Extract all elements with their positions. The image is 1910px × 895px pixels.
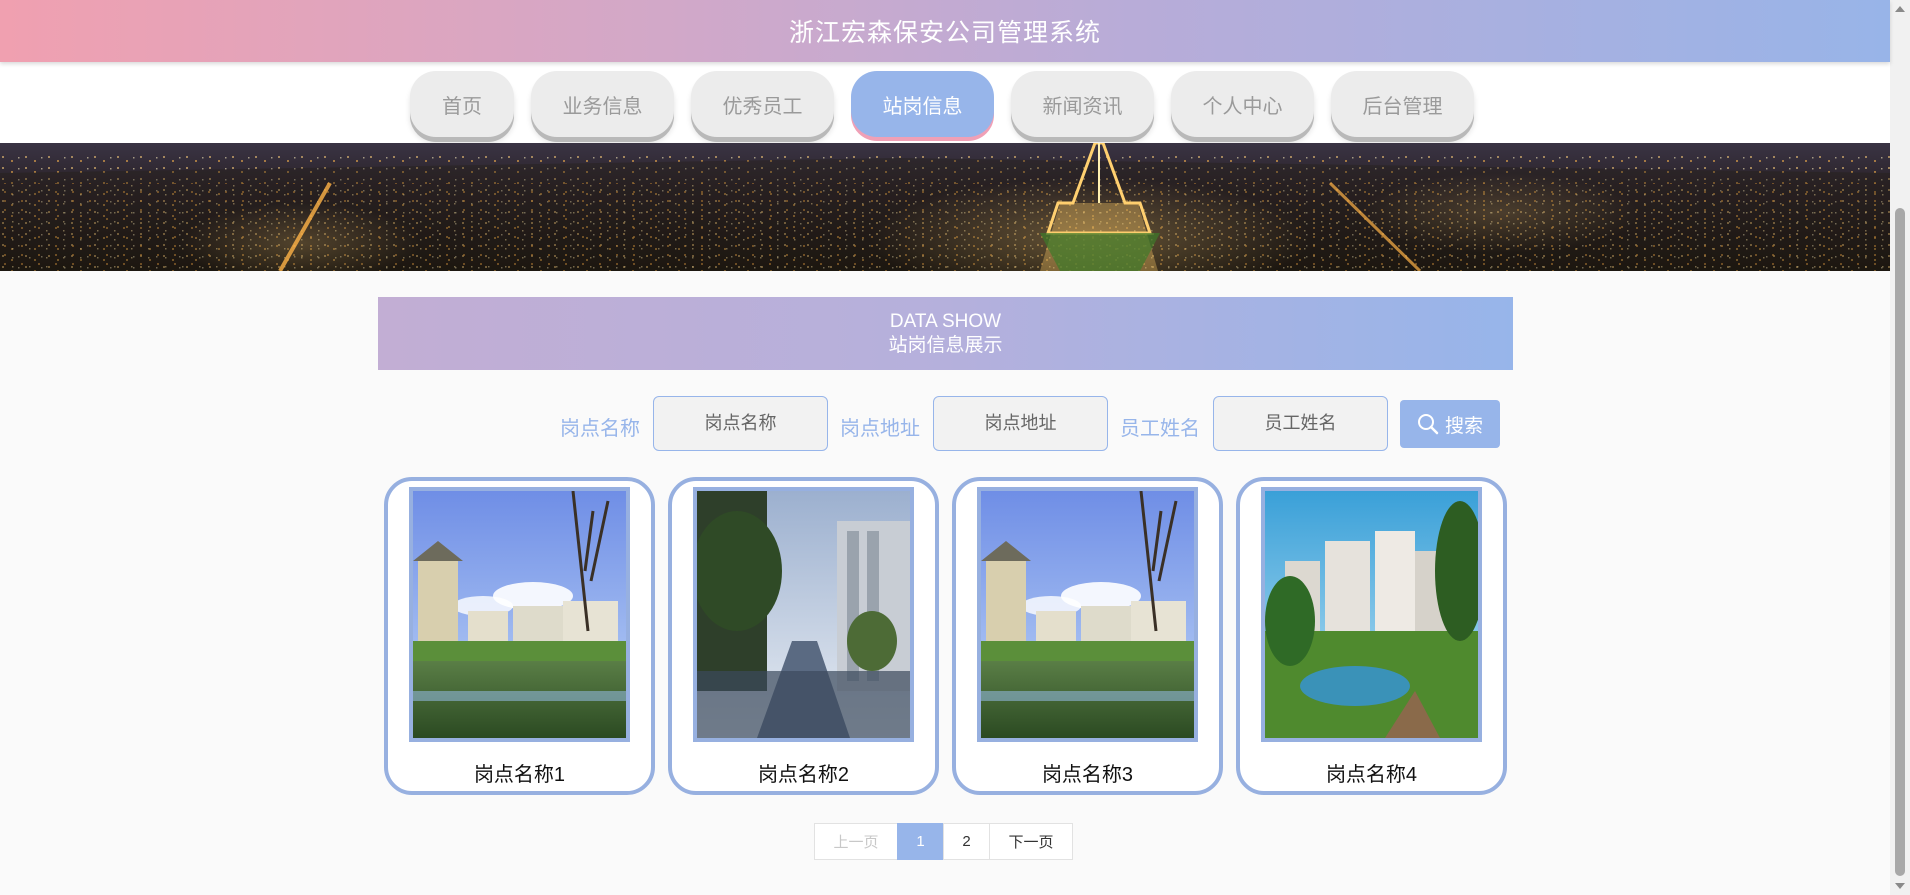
scrollbar-thumb[interactable] — [1895, 208, 1905, 876]
post-card[interactable]: 岗点名称4 — [1236, 477, 1507, 795]
post-name-label: 岗点名称 — [560, 418, 640, 440]
nav-item-duty-info[interactable]: 站岗信息 — [851, 71, 994, 137]
post-address-label: 岗点地址 — [840, 418, 920, 440]
staff-name-label: 员工姓名 — [1120, 418, 1200, 440]
scroll-down-icon[interactable] — [1895, 883, 1905, 889]
post-card[interactable]: 岗点名称1 — [384, 477, 655, 795]
page-scrollbar[interactable] — [1890, 0, 1910, 895]
scroll-up-icon[interactable] — [1895, 6, 1905, 12]
page-2-button[interactable]: 2 — [943, 823, 990, 860]
data-show-heading: DATA SHOW 站岗信息展示 — [378, 297, 1513, 370]
residential-lake-photo — [981, 491, 1194, 738]
system-title: 浙江宏森保安公司管理系统 — [788, 19, 1101, 47]
post-card[interactable]: 岗点名称3 — [952, 477, 1223, 795]
nav-item-news[interactable]: 新闻资讯 — [1011, 71, 1154, 137]
night-city-banner-image — [0, 143, 1890, 271]
prev-page-button[interactable]: 上一页 — [814, 823, 898, 860]
search-icon — [1417, 414, 1439, 435]
search-form: 岗点名称 岗点地址 员工姓名 搜索 — [0, 396, 1910, 451]
post-card-name[interactable]: 岗点名称2 — [672, 758, 935, 787]
post-name-input[interactable] — [653, 396, 828, 451]
post-card[interactable]: 岗点名称2 — [668, 477, 939, 795]
residential-lake-photo — [413, 491, 626, 738]
post-card-image[interactable] — [693, 487, 914, 742]
pagination: 上一页 1 2 下一页 — [814, 823, 1073, 860]
nav-item-home[interactable]: 首页 — [410, 71, 514, 137]
post-card-name[interactable]: 岗点名称1 — [388, 758, 651, 787]
post-address-input[interactable] — [933, 396, 1108, 451]
post-card-name[interactable]: 岗点名称3 — [956, 758, 1219, 787]
nav-item-personal-center[interactable]: 个人中心 — [1171, 71, 1314, 137]
top-header-bar: 浙江宏森保安公司管理系统 — [0, 0, 1890, 62]
residential-garden-photo — [1265, 491, 1478, 738]
search-button-label: 搜索 — [1444, 415, 1483, 437]
night-city-banner — [0, 143, 1890, 271]
next-page-button[interactable]: 下一页 — [989, 823, 1073, 860]
search-button[interactable]: 搜索 — [1400, 400, 1500, 448]
post-card-image[interactable] — [1261, 487, 1482, 742]
residential-walkway-photo — [697, 491, 910, 738]
nav-item-excellent-staff[interactable]: 优秀员工 — [691, 71, 834, 137]
page-1-button[interactable]: 1 — [897, 823, 944, 860]
nav-item-business-info[interactable]: 业务信息 — [531, 71, 674, 137]
post-card-image[interactable] — [977, 487, 1198, 742]
post-card-image[interactable] — [409, 487, 630, 742]
staff-name-input[interactable] — [1213, 396, 1388, 451]
section-title-cn: 站岗信息展示 — [888, 335, 1003, 356]
main-nav: 首页 业务信息 优秀员工 站岗信息 新闻资讯 个人中心 后台管理 — [0, 62, 1890, 143]
section-title-en: DATA SHOW — [889, 311, 1002, 332]
post-card-name[interactable]: 岗点名称4 — [1240, 758, 1503, 787]
nav-item-admin[interactable]: 后台管理 — [1331, 71, 1474, 137]
